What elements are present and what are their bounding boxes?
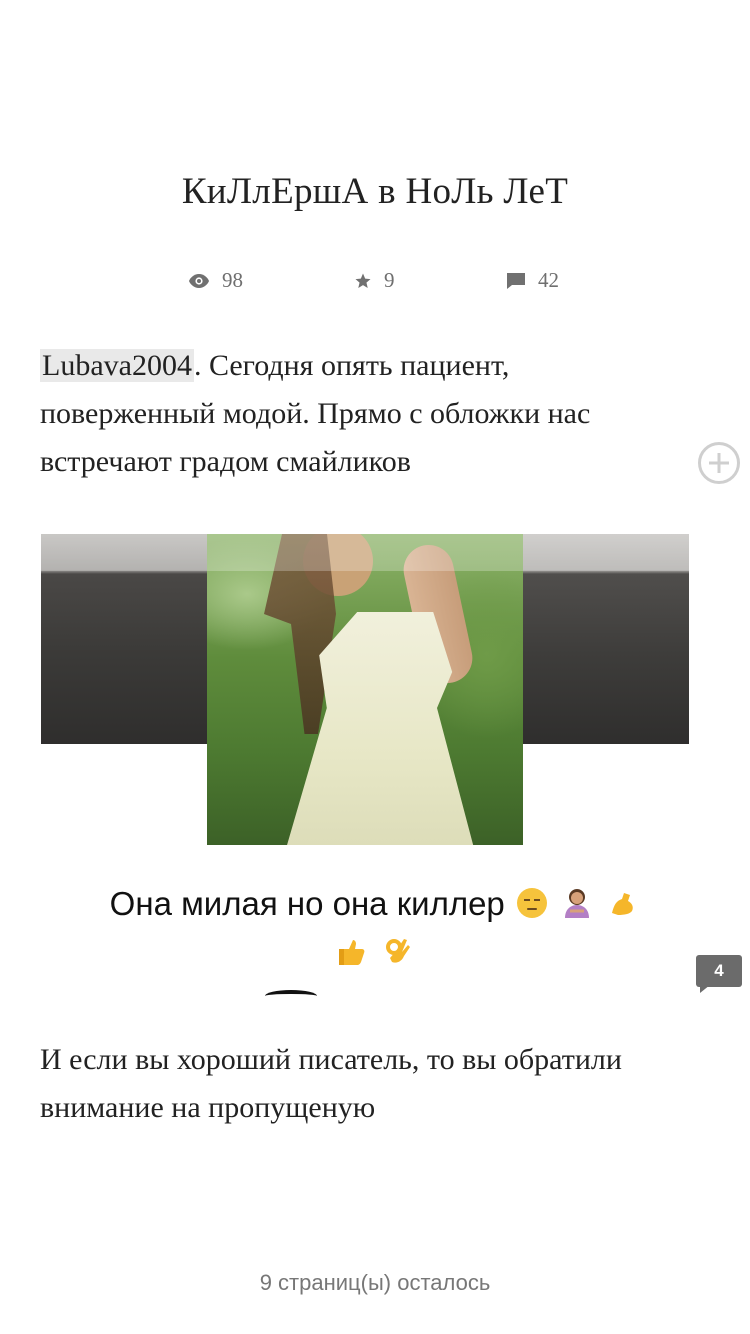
story-paragraph: Lubava2004. Сегодня опять пациент, повер… [40, 342, 660, 486]
comments-count: 42 [538, 268, 559, 292]
story-image [41, 534, 689, 846]
views-stat: 98 [188, 268, 243, 293]
inline-comment-count: 4 [696, 955, 742, 987]
user-mention[interactable]: Lubava2004 [40, 349, 194, 382]
comment-icon [506, 272, 526, 290]
unamused-face-icon [516, 887, 548, 919]
story-title: КиЛлЕршА в НоЛь ЛеТ [181, 171, 569, 212]
cover-photo [207, 534, 523, 845]
caption-text: Она милая но она киллер [109, 885, 505, 922]
votes-count: 9 [384, 268, 395, 292]
add-circle-icon[interactable] [698, 442, 740, 484]
story-stats: 98 9 42 [0, 268, 750, 302]
thumbs-up-icon [336, 935, 368, 967]
star-icon [354, 272, 372, 290]
story-paragraph-2: И если вы хороший писатель, то вы обрати… [40, 1043, 622, 1124]
flexed-biceps-icon [606, 887, 638, 919]
pages-left: 9 страниц(ы) осталось [259, 1270, 491, 1295]
image-caption: Она милая но она киллер [40, 880, 710, 976]
person-gesturing-no-icon [561, 887, 593, 919]
ok-hand-icon [382, 935, 414, 967]
inline-comment-badge[interactable]: 4 [696, 955, 742, 993]
eye-icon [188, 273, 210, 289]
comments-stat: 42 [506, 268, 559, 293]
votes-stat: 9 [354, 268, 395, 293]
views-count: 98 [222, 268, 243, 292]
